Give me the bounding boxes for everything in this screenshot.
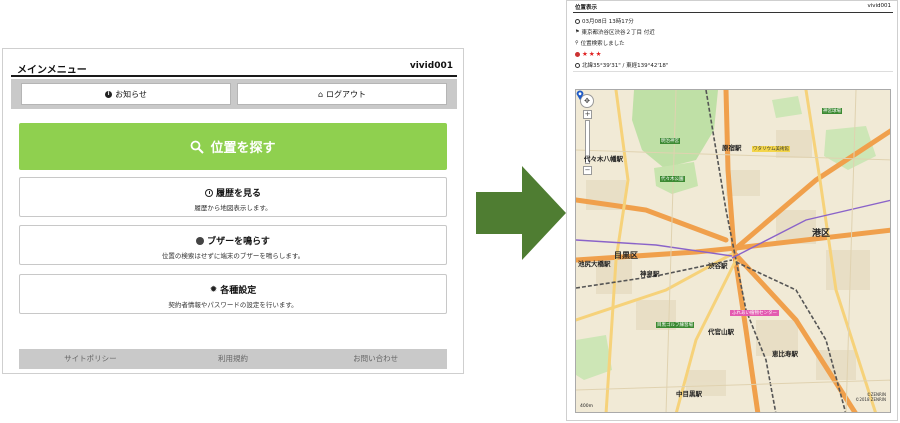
info-button-label: お知らせ: [115, 89, 147, 99]
coords-text: 北緯35°39'31" / 東経139°42'18": [582, 63, 669, 69]
footer-link-contact[interactable]: お問い合わせ: [304, 349, 447, 369]
map-label-jingu-gaien: 神宮球場: [822, 108, 842, 114]
copyright-line-2: ©2018 ZENRIN: [855, 397, 886, 402]
search-location-label: 位置を探す: [210, 141, 276, 156]
buzzer-title: ブザーを鳴らす: [207, 237, 270, 247]
info-coords: 北緯35°39'31" / 東経139°42'18": [575, 61, 668, 69]
search-icon: ⚲: [575, 40, 579, 46]
history-desc: 履歴から地図表示します。: [194, 204, 272, 212]
map-label-kodomo: ふれあい植物センター: [730, 310, 779, 316]
info-icon: i: [105, 90, 113, 98]
search-icon: [191, 140, 205, 154]
settings-title: 各種設定: [220, 286, 257, 296]
settings-button[interactable]: ✹ 各種設定 契約者情報やパスワードの設定を行います。: [19, 274, 447, 314]
map-label-shinsen: 神泉駅: [640, 270, 660, 278]
accuracy-icon: [575, 51, 580, 57]
map-view[interactable]: ✥ + − 代々木八幡駅 原宿駅 渋谷駅 神泉駅 代官山駅 恵比寿駅 中目黒駅 …: [575, 89, 891, 413]
accuracy-stars: ★★★: [582, 50, 603, 58]
datetime-text: 03月08日 13時17分: [582, 19, 634, 25]
footer-link-site-policy[interactable]: サイトポリシー: [19, 349, 162, 369]
status-text: 位置検索しました: [580, 41, 625, 47]
map-label-meguro-ku: 目黒区: [614, 251, 638, 260]
zoom-out-button[interactable]: −: [583, 166, 592, 175]
location-page-title: 位置表示: [575, 5, 598, 11]
logout-button[interactable]: ⌂ ログアウト: [237, 83, 447, 105]
location-user-id: vivid001: [867, 3, 891, 9]
map-label-minato-ku: 港区: [812, 229, 831, 239]
buzzer-desc: 位置の検索はせずに端末のブザーを鳴らします。: [161, 252, 305, 260]
map-label-daikanyama: 代官山駅: [708, 328, 734, 336]
page-title: メインメニュー: [17, 65, 87, 76]
info-accuracy: ★★★: [575, 50, 602, 58]
divider: [573, 71, 893, 72]
stage: メインメニュー vivid001 i お知らせ ⌂ ログアウト 位置を探す 履歴…: [0, 0, 900, 423]
map-label-yoyogi-park: 代々木公園: [660, 176, 685, 182]
footer-nav: サイトポリシー 利用規約 お問い合わせ: [19, 349, 447, 369]
home-icon: ⌂: [317, 89, 324, 99]
location-display-screen: 位置表示 vivid001 03月08日 13時17分 ⚑ 東京都渋谷区渋谷２丁目…: [566, 0, 898, 421]
map-label-harajuku: 原宿駅: [722, 144, 742, 152]
buzzer-icon: [196, 236, 205, 245]
main-menu-header: メインメニュー vivid001: [11, 59, 457, 77]
history-title: 履歴を見る: [215, 189, 261, 199]
map-label-shibuya: 渋谷駅: [708, 262, 728, 270]
clock-icon: [204, 188, 213, 197]
gear-icon: ✹: [209, 284, 218, 295]
main-menu-screen: メインメニュー vivid001 i お知らせ ⌂ ログアウト 位置を探す 履歴…: [2, 48, 464, 374]
info-status: ⚲ 位置検索しました: [575, 39, 625, 47]
user-id: vivid001: [409, 61, 453, 71]
map-label-naka-meguro: 中目黒駅: [676, 390, 702, 398]
map-label-meguro-golf: 目黒ゴルフ練習場: [656, 322, 694, 328]
map-label-ebisu: 恵比寿駅: [772, 350, 798, 358]
info-address: ⚑ 東京都渋谷区渋谷２丁目 付近: [575, 28, 655, 36]
top-nav: i お知らせ ⌂ ログアウト: [11, 79, 457, 109]
map-label-aoyama: ワタリウム美術館: [752, 146, 790, 152]
map-label-ikejiri: 池尻大橋駅: [578, 260, 611, 268]
flag-icon: ⚑: [575, 29, 580, 35]
map-copyright: ©ZENRIN ©2018 ZENRIN: [855, 392, 886, 402]
zoom-in-button[interactable]: +: [583, 110, 592, 119]
info-button[interactable]: i お知らせ: [21, 83, 231, 105]
buzzer-button[interactable]: ブザーを鳴らす 位置の検索はせずに端末のブザーを鳴らします。: [19, 225, 447, 265]
address-text: 東京都渋谷区渋谷２丁目 付近: [581, 30, 655, 36]
footer-link-terms[interactable]: 利用規約: [162, 349, 305, 369]
settings-desc: 契約者情報やパスワードの設定を行います。: [168, 301, 298, 309]
info-datetime: 03月08日 13時17分: [575, 17, 634, 25]
map-scale: 400m: [580, 404, 593, 409]
location-pin-icon: [576, 90, 584, 100]
history-button[interactable]: 履歴を見る 履歴から地図表示します。: [19, 177, 447, 217]
location-header: 位置表示 vivid001: [573, 3, 893, 13]
map-label-jingu: 明治神宮: [660, 138, 680, 144]
transition-arrow-icon: [476, 166, 566, 260]
clock-icon: [575, 18, 580, 24]
compass-icon: [575, 62, 580, 68]
search-location-button[interactable]: 位置を探す: [19, 123, 447, 170]
logout-button-label: ログアウト: [326, 89, 367, 99]
map-label-yoyogi-hachiman: 代々木八幡駅: [584, 155, 623, 163]
